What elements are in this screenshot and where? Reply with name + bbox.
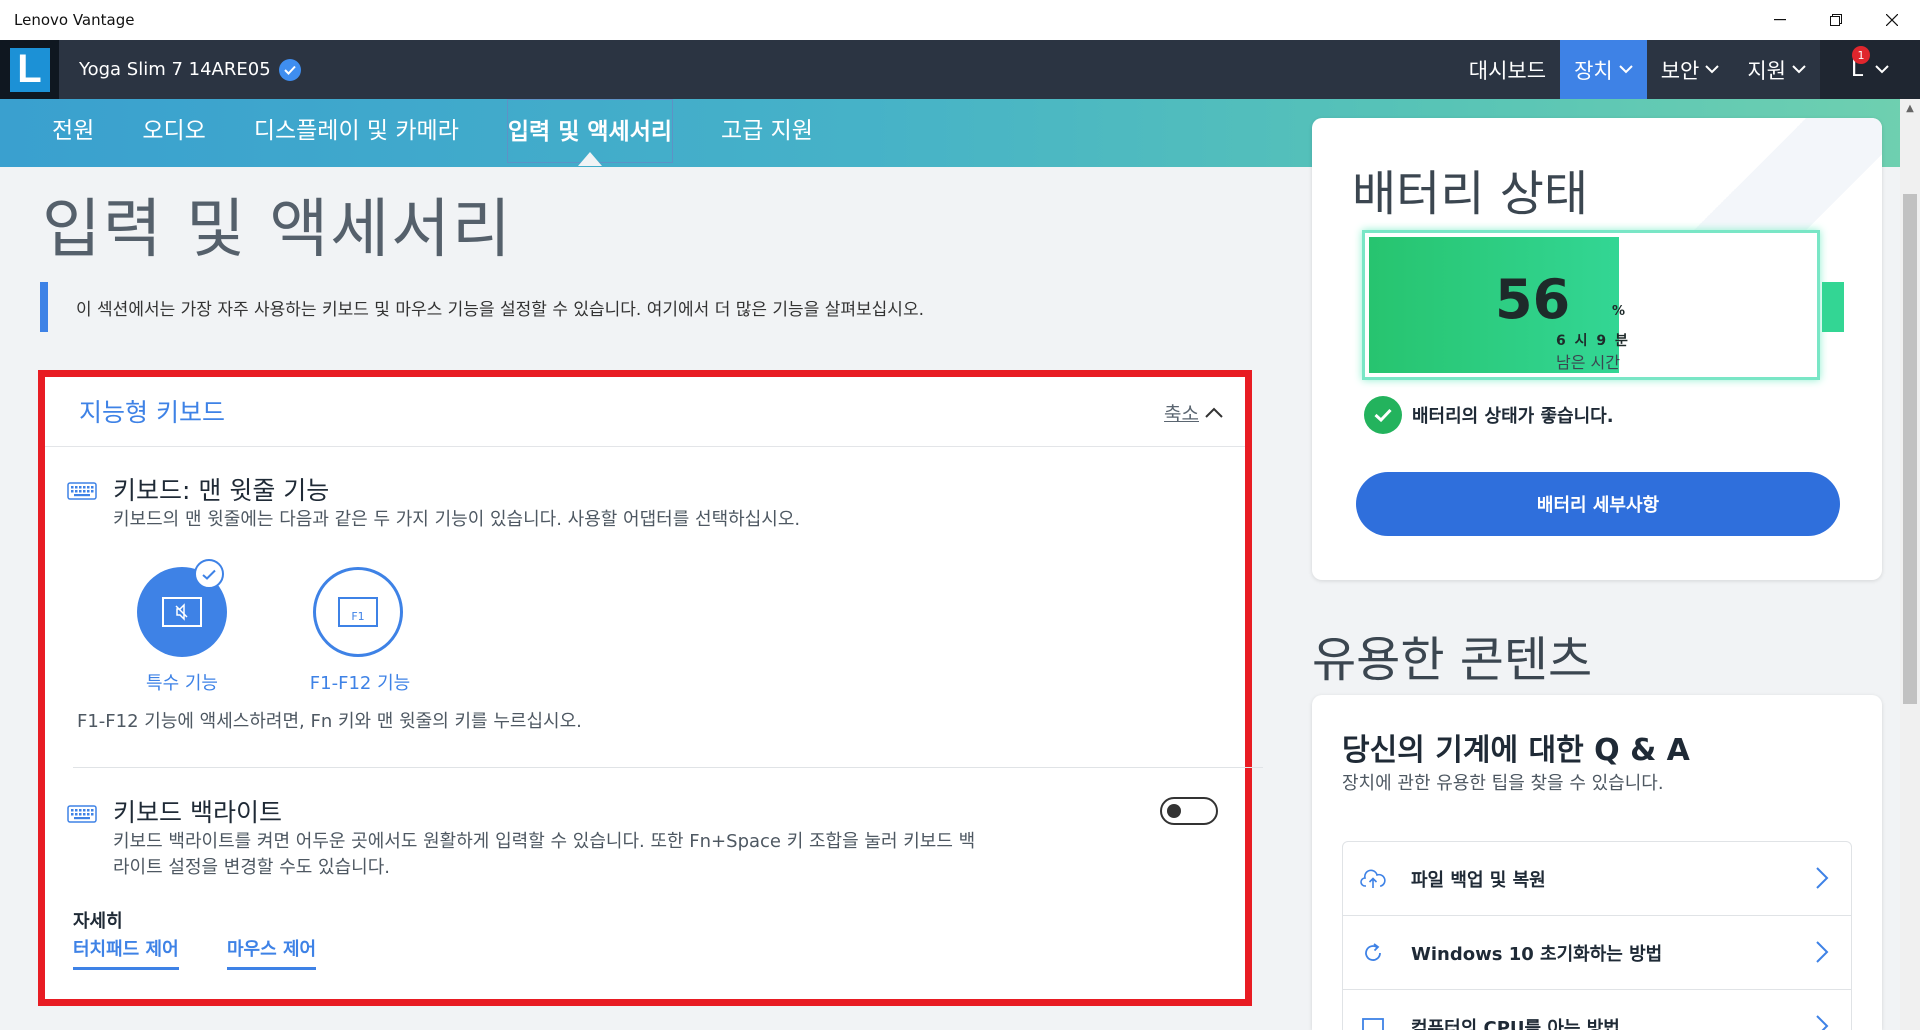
- nav-security-label: 보안: [1660, 58, 1700, 83]
- qa-item-label: 파일 백업 및 복원: [1411, 869, 1546, 891]
- lenovo-logo[interactable]: L: [0, 40, 59, 99]
- device-name: Yoga Slim 7 14ARE05: [79, 59, 271, 80]
- scroll-thumb[interactable]: [1903, 194, 1917, 704]
- monitor-icon: [1359, 1013, 1387, 1030]
- window-title: Lenovo Vantage: [14, 11, 135, 29]
- backlight-desc-line1: 키보드 백라이트를 켜면 어두운 곳에서도 원활하게 입력할 수 있습니다. 또…: [113, 831, 976, 852]
- tab-display-camera[interactable]: 디스플레이 및 카메라: [230, 99, 483, 167]
- section-header: 지능형 키보드 축소: [45, 377, 1245, 447]
- more-label: 자세히: [73, 911, 123, 932]
- backlight-desc-line2: 라이트 설정을 변경할 수도 있습니다.: [113, 857, 391, 878]
- active-tab-indicator: [577, 152, 602, 166]
- page-intro: 이 섹션에서는 가장 자주 사용하는 키보드 및 마우스 기능을 설정할 수 있…: [40, 282, 924, 332]
- nav-dashboard[interactable]: 대시보드: [1455, 40, 1560, 99]
- chevron-right-icon: [1816, 867, 1829, 889]
- battery-percent-sign: %: [1612, 304, 1626, 319]
- close-icon[interactable]: [1864, 0, 1920, 40]
- nav-security[interactable]: 보안: [1647, 40, 1734, 99]
- sub-tabs: 전원 오디오 디스플레이 및 카메라 입력 및 액세서리 고급 지원: [28, 99, 837, 167]
- chevron-right-icon: [1816, 1015, 1829, 1030]
- chevron-down-icon: [1792, 65, 1806, 74]
- intelligent-keyboard-section: 지능형 키보드 축소 키보드: 맨 윗줄 기능 키보드의 맨 윗줄에는 다음과 …: [38, 370, 1263, 1006]
- main-nav: 대시보드 장치 보안 지원 L 1: [1455, 40, 1920, 99]
- tab-power[interactable]: 전원: [28, 99, 118, 167]
- scroll-up-icon[interactable]: ▲: [1900, 99, 1920, 117]
- qa-list: 파일 백업 및 복원 Windows 10 초기화하는 방법 컴퓨터의 CPU를…: [1342, 841, 1852, 1030]
- qa-title: 당신의 기계에 대한 Q & A: [1342, 733, 1690, 768]
- page-intro-text: 이 섹션에서는 가장 자주 사용하는 키보드 및 마우스 기능을 설정할 수 있…: [76, 299, 924, 320]
- tab-input-accessories-label: 입력 및 액세서리: [507, 119, 673, 145]
- special-function-label[interactable]: 특수 기능: [137, 669, 227, 695]
- page-scrollbar[interactable]: ▲: [1900, 99, 1920, 1030]
- logo-letter: L: [9, 47, 50, 92]
- minimize-icon[interactable]: [1752, 0, 1808, 40]
- nav-support[interactable]: 지원: [1733, 40, 1820, 99]
- window-titlebar: Lenovo Vantage: [0, 0, 1920, 40]
- restore-icon[interactable]: [1808, 0, 1864, 40]
- keyboard-icon: [67, 482, 97, 500]
- device-selector[interactable]: Yoga Slim 7 14ARE05: [79, 58, 301, 81]
- verified-check-icon: [278, 58, 301, 81]
- battery-status-card: 배터리 상태 56 % 6 시 9 분 남은 시간 배터리의 상태가 좋습니다.…: [1312, 118, 1882, 580]
- battery-details-button[interactable]: 배터리 세부사항: [1356, 472, 1840, 536]
- keyboard-icon: [67, 805, 97, 823]
- window-controls: [1752, 0, 1920, 40]
- nav-device[interactable]: 장치: [1560, 40, 1647, 99]
- collapse-label: 축소: [1164, 403, 1199, 425]
- user-menu[interactable]: L 1: [1820, 40, 1920, 99]
- qa-item-label: Windows 10 초기화하는 방법: [1411, 943, 1663, 965]
- page-title: 입력 및 액세서리: [42, 193, 513, 267]
- nav-dashboard-label: 대시보드: [1468, 58, 1547, 83]
- chevron-right-icon: [1816, 941, 1829, 963]
- qa-item-backup[interactable]: 파일 백업 및 복원: [1343, 842, 1851, 916]
- notification-badge: 1: [1852, 46, 1870, 64]
- backlight-toggle[interactable]: [1160, 797, 1218, 825]
- app-header: L Yoga Slim 7 14ARE05 대시보드 장치 보안 지원 L 1: [0, 40, 1920, 99]
- backlight-title: 키보드 백라이트: [113, 798, 282, 827]
- qa-card: 당신의 기계에 대한 Q & A 장치에 관한 유용한 팁을 찾을 수 있습니다…: [1312, 695, 1882, 1030]
- tab-input-accessories[interactable]: 입력 및 액세서리: [506, 99, 674, 166]
- section-divider: [73, 767, 1263, 768]
- battery-health: 배터리의 상태가 좋습니다.: [1364, 396, 1614, 434]
- qa-subtitle: 장치에 관한 유용한 팁을 찾을 수 있습니다.: [1342, 773, 1664, 794]
- f1-key-label: F1: [351, 610, 365, 623]
- mouse-control-link[interactable]: 마우스 제어: [227, 935, 317, 970]
- battery-percent: 56: [1495, 268, 1571, 331]
- touchpad-control-link[interactable]: 터치패드 제어: [73, 935, 179, 970]
- top-row-desc: 키보드의 맨 윗줄에는 다음과 같은 두 가지 기능이 있습니다. 사용할 어댑…: [113, 509, 801, 530]
- qa-item-cpu[interactable]: 컴퓨터의 CPU를 아는 방법: [1343, 990, 1851, 1030]
- refresh-icon: [1359, 939, 1387, 967]
- battery-health-text: 배터리의 상태가 좋습니다.: [1412, 406, 1614, 427]
- check-circle-icon: [1364, 396, 1402, 434]
- tab-audio[interactable]: 오디오: [118, 99, 229, 167]
- top-row-note: F1-F12 기능에 액세스하려면, Fn 키와 맨 윗줄의 키를 누르십시오.: [77, 711, 582, 732]
- qa-item-reset[interactable]: Windows 10 초기화하는 방법: [1343, 916, 1851, 990]
- battery-title: 배터리 상태: [1352, 166, 1589, 222]
- f1-f12-option[interactable]: F1: [313, 567, 403, 657]
- useful-content-title: 유용한 콘텐츠: [1312, 632, 1593, 688]
- chevron-down-icon: [1705, 65, 1720, 74]
- chevron-up-icon: [1205, 407, 1223, 418]
- top-row-title: 키보드: 맨 윗줄 기능: [113, 476, 330, 505]
- chevron-down-icon: [1875, 65, 1889, 74]
- selected-check-icon: [194, 559, 224, 589]
- collapse-button[interactable]: 축소: [1164, 399, 1223, 426]
- nav-device-label: 장치: [1574, 58, 1613, 83]
- battery-time-label: 남은 시간: [1556, 353, 1620, 372]
- f1-f12-label[interactable]: F1-F12 기능: [293, 669, 427, 695]
- chevron-down-icon: [1619, 65, 1633, 74]
- toggle-knob: [1167, 804, 1181, 818]
- nav-support-label: 지원: [1747, 58, 1786, 83]
- section-title: 지능형 키보드: [79, 398, 225, 427]
- tab-advanced-support[interactable]: 고급 지원: [697, 99, 837, 167]
- mute-key-icon: [162, 597, 202, 627]
- battery-time-left: 6 시 9 분: [1556, 333, 1630, 349]
- cloud-upload-icon: [1359, 865, 1387, 893]
- qa-item-label: 컴퓨터의 CPU를 아는 방법: [1411, 1017, 1620, 1030]
- battery-terminal: [1822, 282, 1844, 332]
